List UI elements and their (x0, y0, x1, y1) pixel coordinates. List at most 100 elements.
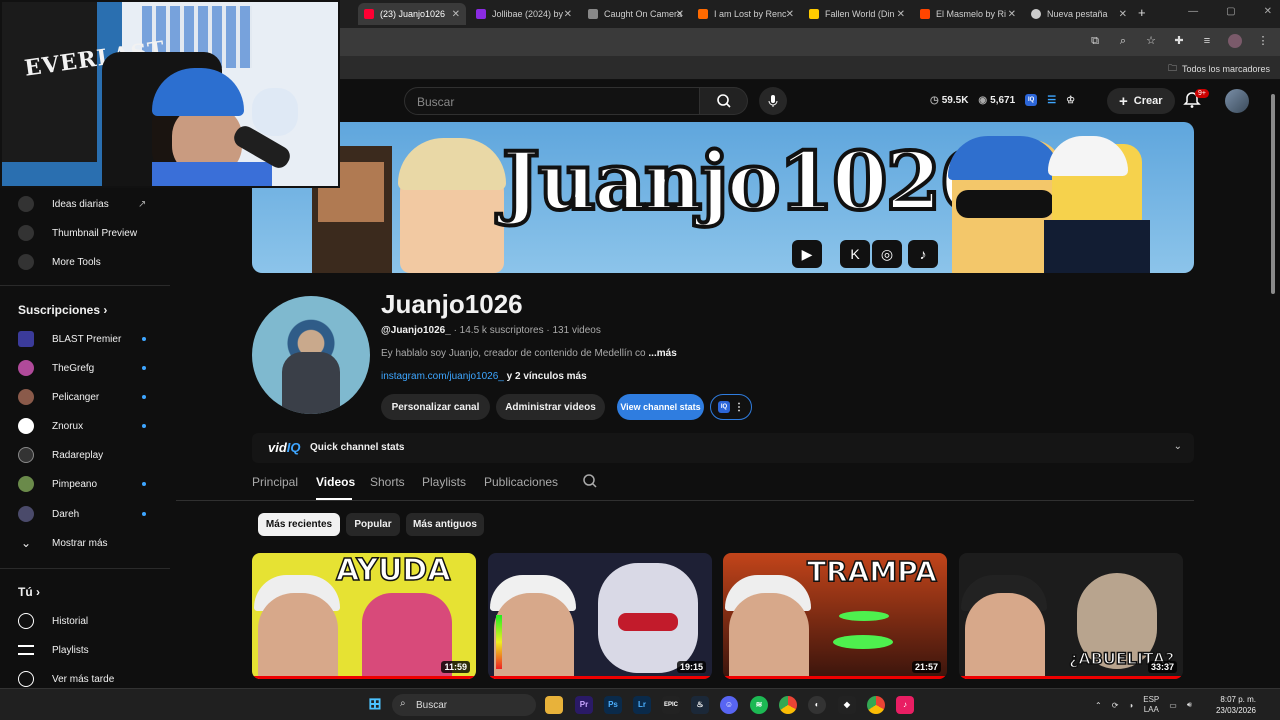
tab-shorts[interactable]: Shorts (370, 475, 405, 489)
video-thumbnail[interactable]: AYUDA 11:59 (252, 553, 476, 679)
tray-chevron-icon[interactable]: ⌃ (1095, 701, 1102, 710)
video-thumbnail[interactable]: 19:15 (488, 553, 712, 679)
browser-tab-caught[interactable]: Caught On Camera ✕ (582, 3, 690, 25)
close-tab-icon[interactable]: ✕ (676, 9, 684, 20)
chevron-down-icon[interactable]: ⌄ (1174, 441, 1182, 452)
vidiq-icon[interactable]: IQ (1025, 94, 1038, 106)
chip-most-recent[interactable]: Más recientes (258, 513, 340, 536)
vidiq-menu-button[interactable]: IQ ⋮ (710, 394, 752, 420)
taskbar-search[interactable]: ⌕ Buscar (392, 694, 536, 716)
cast-icon[interactable]: ⧉ (1088, 34, 1102, 48)
sidebar-sub-pimpeano[interactable]: Pimpeano (0, 470, 170, 498)
video-thumbnail[interactable]: ¿ABUELITA? 33:37 (959, 553, 1183, 679)
reading-list-icon[interactable]: ≡ (1200, 34, 1214, 48)
show-more-button[interactable]: ⌄ Mostrar más (0, 529, 170, 557)
more-links[interactable]: y 2 vínculos más (507, 371, 587, 382)
obs-icon[interactable]: ◐ (808, 696, 826, 714)
browser-tab-masmelo[interactable]: El Masmelo by Ri ✕ (914, 3, 1022, 25)
trophy-icon[interactable]: ♔ (1066, 95, 1075, 106)
tray-steam-icon[interactable]: ◑ (1128, 701, 1133, 710)
lightroom-icon[interactable]: Lr (633, 696, 651, 714)
account-avatar[interactable] (1225, 89, 1249, 113)
close-tab-icon[interactable]: ✕ (564, 9, 572, 20)
new-tab-button[interactable]: + (1138, 5, 1146, 20)
instagram-link[interactable]: instagram.com/juanjo1026_ (381, 371, 504, 382)
all-bookmarks-button[interactable]: 🗀 Todos los marcadores (1168, 61, 1270, 77)
customize-channel-button[interactable]: Personalizar canal (381, 394, 490, 420)
maximize-icon[interactable]: ▢ (1226, 6, 1235, 17)
page-scrollbar[interactable] (1270, 86, 1276, 686)
epic-games-icon[interactable]: EPIC (662, 696, 680, 714)
taskbar-clock[interactable]: 8:07 p. m. 23/03/2026 (1216, 694, 1256, 716)
zoom-icon[interactable]: ⌕ (1116, 34, 1130, 48)
sidebar-sub-pelicanger[interactable]: Pelicanger (0, 383, 170, 411)
sidebar-item-thumbnail-preview[interactable]: Thumbnail Preview (0, 219, 170, 247)
sidebar-sub-thegrefg[interactable]: TheGrefg (0, 354, 170, 382)
manage-videos-button[interactable]: Administrar videos (496, 394, 605, 420)
sidebar-sub-dareh[interactable]: Dareh (0, 500, 170, 528)
channel-description[interactable]: Ey hablalo soy Juanjo, creador de conten… (381, 348, 677, 359)
voice-search-button[interactable] (759, 87, 787, 115)
tab-principal[interactable]: Principal (252, 475, 298, 489)
close-tab-icon[interactable]: ✕ (1008, 9, 1016, 20)
subscriptions-header[interactable]: Suscripciones › (18, 303, 107, 317)
discord-icon[interactable]: ☺ (720, 696, 738, 714)
sidebar-sub-znorux[interactable]: Znorux (0, 412, 170, 440)
browser-tab-lost[interactable]: I am Lost by Renc ✕ (692, 3, 800, 25)
minimize-icon[interactable]: — (1188, 6, 1198, 17)
file-explorer-icon[interactable] (545, 696, 563, 714)
premiere-icon[interactable]: Pr (575, 696, 593, 714)
profile-icon[interactable] (1228, 34, 1242, 48)
close-tab-icon[interactable]: ✕ (1119, 9, 1127, 20)
tray-sync-icon[interactable]: ⟳ (1112, 701, 1119, 710)
menu-dots-icon[interactable]: ⋮ (1256, 34, 1270, 48)
browser-tab-new[interactable]: Nueva pestaña ✕ (1025, 3, 1133, 25)
bookmark-star-icon[interactable]: ☆ (1144, 34, 1158, 48)
chrome-icon[interactable] (779, 696, 797, 714)
sidebar-divider (0, 568, 170, 569)
tab-playlists[interactable]: Playlists (422, 475, 466, 489)
channel-avatar[interactable] (252, 296, 370, 414)
extensions-icon[interactable]: ✚ (1172, 34, 1186, 48)
close-tab-icon[interactable]: ✕ (786, 9, 794, 20)
steam-icon[interactable]: ♨ (691, 696, 709, 714)
chrome-icon-2[interactable] (867, 696, 885, 714)
spotify-icon[interactable]: ≋ (750, 696, 768, 714)
close-tab-icon[interactable]: ✕ (452, 9, 460, 20)
create-label: Crear (1133, 95, 1163, 107)
app-icon[interactable]: ◆ (838, 696, 856, 714)
notifications-button[interactable]: 9+ (1183, 89, 1209, 111)
search-button[interactable] (700, 87, 748, 115)
sidebar-item-history[interactable]: Historial (0, 607, 170, 635)
sidebar-item-more-tools[interactable]: More Tools (0, 248, 170, 276)
scrollbar-thumb[interactable] (1271, 94, 1275, 294)
create-button[interactable]: + Crear (1107, 88, 1175, 114)
tab-videos[interactable]: Videos (316, 475, 355, 489)
network-icon[interactable]: ▭ (1169, 701, 1177, 710)
list-icon[interactable]: ☰ (1047, 95, 1056, 106)
browser-tab-fallen[interactable]: Fallen World (Din ✕ (803, 3, 911, 25)
chip-oldest[interactable]: Más antiguos (406, 513, 484, 536)
description-more[interactable]: ...más (648, 348, 676, 359)
video-thumbnail[interactable]: TRAMPA 21:57 (723, 553, 947, 679)
sidebar-sub-radareplay[interactable]: Radareplay (0, 441, 170, 469)
sidebar-sub-blast[interactable]: BLAST Premier (0, 325, 170, 353)
photoshop-icon[interactable]: Ps (604, 696, 622, 714)
chip-popular[interactable]: Popular (346, 513, 400, 536)
browser-tab-juanjo[interactable]: (23) Juanjo1026 ✕ (358, 3, 466, 25)
tiktok-icon[interactable]: ♪ (896, 696, 914, 714)
vidiq-quick-stats-bar[interactable]: vidIQ Quick channel stats ⌄ (252, 433, 1194, 463)
sidebar-item-ideas[interactable]: Ideas diarias ↗ (0, 190, 170, 218)
search-input[interactable]: Buscar (404, 87, 700, 115)
close-tab-icon[interactable]: ✕ (897, 9, 905, 20)
view-channel-stats-button[interactable]: View channel stats (617, 394, 704, 420)
channel-search-icon[interactable] (582, 473, 598, 494)
volume-icon[interactable]: 🔊︎ (1187, 700, 1192, 710)
language-indicator[interactable]: ESP LAA (1143, 695, 1159, 715)
you-header[interactable]: Tú › (18, 585, 40, 599)
sidebar-item-playlists[interactable]: Playlists (0, 636, 170, 664)
tab-publicaciones[interactable]: Publicaciones (484, 475, 558, 489)
browser-tab-jollibae[interactable]: Jollibae (2024) by ✕ (470, 3, 578, 25)
close-window-icon[interactable]: ✕ (1264, 6, 1272, 17)
windows-start-icon[interactable]: ⊞ (366, 696, 384, 714)
